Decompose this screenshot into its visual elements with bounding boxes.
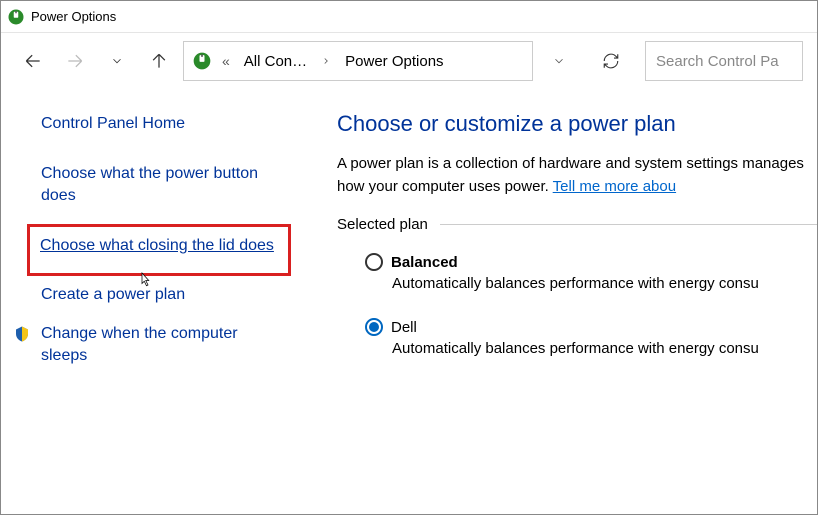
- plan-radio-row[interactable]: Balanced: [365, 253, 817, 271]
- forward-button[interactable]: [57, 43, 93, 79]
- selected-plan-group: Selected plan: [337, 216, 817, 233]
- sidebar-link-power-button[interactable]: Choose what the power button does: [41, 163, 285, 208]
- address-bar[interactable]: « All Con… Power Options: [183, 41, 533, 81]
- sidebar-link-closing-lid[interactable]: Choose what closing the lid does: [27, 224, 291, 276]
- navigation-bar: « All Con… Power Options: [1, 33, 817, 89]
- up-button[interactable]: [141, 43, 177, 79]
- window-title: Power Options: [31, 9, 116, 24]
- radio-checked-icon[interactable]: [365, 318, 383, 336]
- main-panel: Choose or customize a power plan A power…: [301, 89, 817, 383]
- window-titlebar: Power Options: [1, 1, 817, 33]
- link-label: Choose what closing the lid does: [40, 237, 274, 254]
- power-options-icon: [192, 51, 212, 71]
- plan-description: Automatically balances performance with …: [392, 275, 817, 292]
- control-panel-home-link[interactable]: Control Panel Home: [41, 115, 285, 133]
- back-button[interactable]: [15, 43, 51, 79]
- breadcrumb-segment[interactable]: All Con…: [238, 53, 313, 70]
- plan-name: Balanced: [391, 254, 458, 271]
- refresh-button[interactable]: [591, 41, 631, 81]
- sidebar-link-change-sleep[interactable]: Change when the computer sleeps: [13, 323, 285, 368]
- shield-icon: [13, 325, 31, 343]
- address-dropdown-button[interactable]: [539, 41, 579, 81]
- sidebar: Control Panel Home Choose what the power…: [1, 89, 301, 383]
- power-plan-option: Balanced Automatically balances performa…: [365, 253, 817, 292]
- page-description: A power plan is a collection of hardware…: [337, 153, 817, 198]
- power-options-icon: [7, 8, 25, 26]
- breadcrumb-overflow-icon[interactable]: «: [218, 53, 234, 69]
- breadcrumb-segment[interactable]: Power Options: [339, 53, 449, 70]
- power-plan-option: Dell Automatically balances performance …: [365, 318, 817, 357]
- search-input[interactable]: [656, 53, 792, 70]
- recent-locations-dropdown[interactable]: [99, 43, 135, 79]
- plan-description: Automatically balances performance with …: [392, 340, 817, 357]
- plan-name: Dell: [391, 319, 417, 336]
- radio-unchecked-icon[interactable]: [365, 253, 383, 271]
- search-box[interactable]: [645, 41, 803, 81]
- page-heading: Choose or customize a power plan: [337, 111, 817, 137]
- sidebar-link-create-plan[interactable]: Create a power plan: [41, 284, 285, 306]
- link-label: Create a power plan: [41, 286, 185, 303]
- plan-radio-row[interactable]: Dell: [365, 318, 817, 336]
- divider: [440, 224, 817, 225]
- link-label: Change when the computer sleeps: [41, 325, 238, 364]
- group-label: Selected plan: [337, 216, 436, 233]
- link-label: Choose what the power button does: [41, 165, 258, 204]
- chevron-right-icon[interactable]: [317, 53, 335, 70]
- learn-more-link[interactable]: Tell me more abou: [553, 178, 676, 195]
- content-area: Control Panel Home Choose what the power…: [1, 89, 817, 383]
